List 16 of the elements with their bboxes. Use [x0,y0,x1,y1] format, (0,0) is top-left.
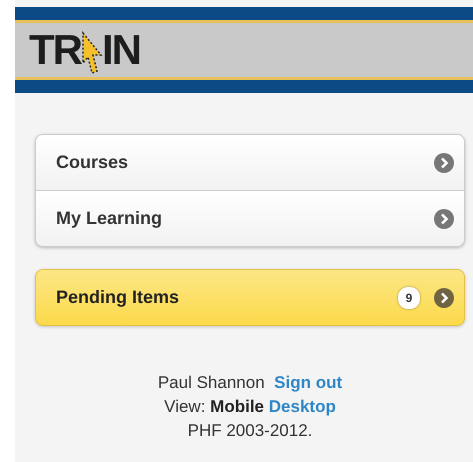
copyright-text: PHF 2003-2012. [188,421,312,440]
chevron-icon [434,208,454,228]
count-badge: 9 [398,286,420,308]
pending-items-button[interactable]: Pending Items 9 [35,269,465,326]
chevron-icon [434,152,454,172]
chevron-icon [434,288,454,308]
user-name: Paul Shannon [158,373,265,392]
sign-out-link[interactable]: Sign out [274,373,342,392]
logo-text: IN [102,29,140,71]
menu-item[interactable]: My Learning [36,190,464,246]
view-option[interactable]: Mobile [210,397,264,416]
logo-text: TR [29,29,81,71]
cursor-icon [81,31,103,75]
menu-item[interactable]: Courses [36,135,464,190]
view-option[interactable]: Desktop [268,397,336,416]
view-label: View: [164,397,206,416]
